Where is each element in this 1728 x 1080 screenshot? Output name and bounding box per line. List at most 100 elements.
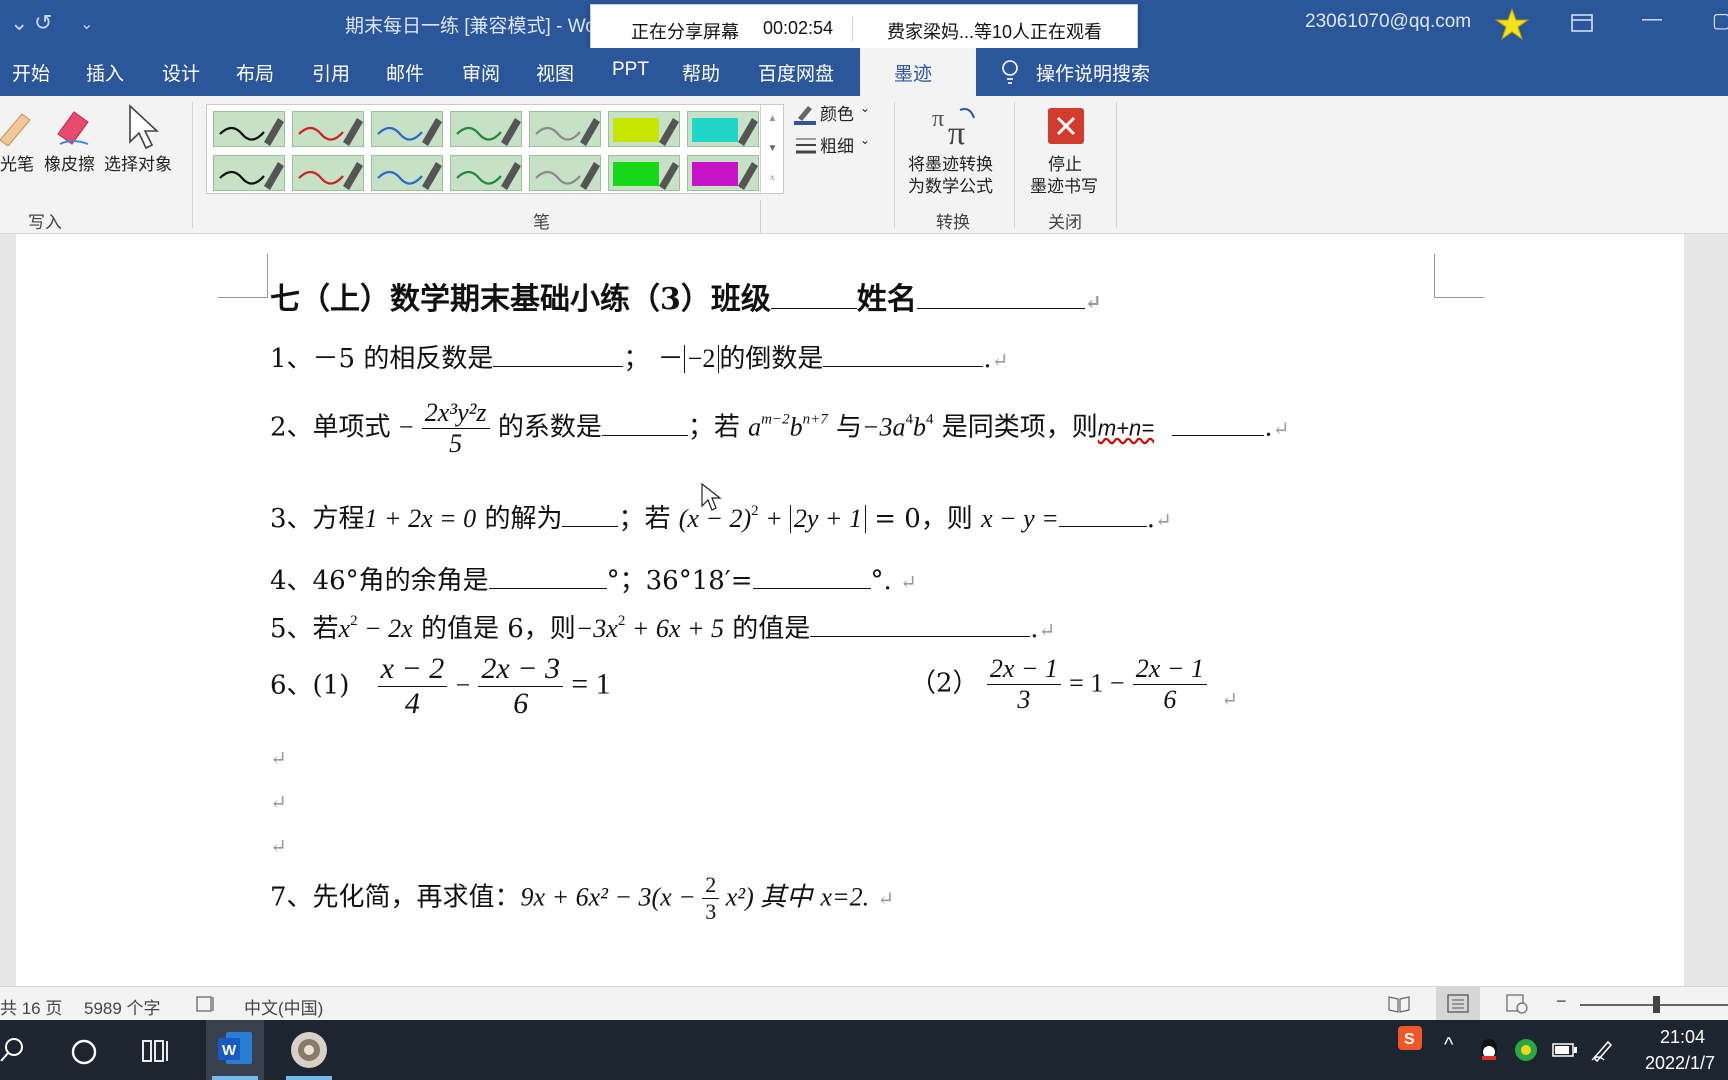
tab-ppt[interactable]: PPT <box>612 59 649 81</box>
tab-ink[interactable]: 墨迹 <box>860 48 976 96</box>
pen-swatch[interactable] <box>213 111 285 147</box>
account-email[interactable]: 23061070@qq.com <box>1305 11 1471 33</box>
tab-design[interactable]: 设计 <box>162 59 200 86</box>
pen-swatch[interactable] <box>450 155 522 191</box>
word-count[interactable]: 5989 个字 <box>84 994 161 1019</box>
q1-sep: ； <box>623 344 650 374</box>
ink-thickness-button[interactable]: 粗细 <box>820 132 854 157</box>
tab-mailings[interactable]: 邮件 <box>386 59 424 86</box>
eraser-button[interactable]: 橡皮擦 <box>44 154 95 176</box>
q2-expr-a-exp: m−2 <box>761 411 790 428</box>
clock-date[interactable]: 2022/1/7 <box>1645 1053 1715 1074</box>
page-count[interactable]: 共 16 页 <box>0 994 62 1019</box>
q3-blank-2[interactable] <box>1058 503 1147 527</box>
tell-me-search[interactable]: 操作说明搜索 <box>1036 59 1150 86</box>
tab-layout[interactable]: 布局 <box>236 59 274 86</box>
pen-swatch[interactable] <box>292 111 364 147</box>
q1-blank-1[interactable] <box>493 343 624 367</box>
q5-text-2: 的值是 <box>732 614 811 644</box>
q6-part2-label: （2） <box>910 668 979 699</box>
star-icon[interactable] <box>1494 6 1530 42</box>
tab-baidu-netdisk[interactable]: 百度网盘 <box>758 59 834 86</box>
pen-swatch[interactable] <box>371 111 443 147</box>
task-view-icon[interactable] <box>142 1038 170 1064</box>
customize-quick-access-icon[interactable]: ⌄ <box>80 14 93 34</box>
minimize-icon[interactable]: — <box>1642 8 1662 31</box>
pen-swatch[interactable] <box>529 111 601 147</box>
heading-text: 七（上）数学期末基础小练（3）班级 <box>270 282 771 317</box>
battery-icon[interactable] <box>1552 1042 1578 1058</box>
pen-ink-icon[interactable] <box>1590 1038 1614 1062</box>
q5-expr1: x <box>338 614 351 643</box>
svg-text:π: π <box>948 115 965 148</box>
gallery-down-icon[interactable]: ▼ <box>761 134 784 164</box>
taskbar-word-app[interactable]: W <box>206 1020 264 1080</box>
tab-references[interactable]: 引用 <box>312 59 350 86</box>
q2-neg: − <box>398 412 414 442</box>
tray-chevron-up-icon[interactable]: ^ <box>1444 1034 1453 1057</box>
sogou-ime-icon[interactable]: S <box>1398 1026 1422 1050</box>
search-icon[interactable] <box>0 1036 26 1064</box>
divider <box>1116 102 1117 228</box>
tab-review[interactable]: 审阅 <box>462 59 500 86</box>
pen-swatch[interactable] <box>450 111 522 147</box>
pen-swatch[interactable] <box>529 155 601 191</box>
svg-text:S: S <box>1404 1031 1415 1048</box>
web-layout-icon[interactable] <box>1506 994 1528 1014</box>
q2-blank-2[interactable] <box>1172 412 1265 436</box>
ink-color-button[interactable]: 颜色 <box>820 100 854 125</box>
class-blank[interactable] <box>770 285 857 309</box>
pen-swatch[interactable] <box>213 155 285 191</box>
q7-expr: 9x + 6x² − 3(x − <box>520 882 703 912</box>
qq-icon[interactable] <box>1478 1038 1500 1062</box>
pen-swatch[interactable] <box>292 155 364 191</box>
q5-blank[interactable] <box>810 613 1031 637</box>
pen-swatch[interactable] <box>608 111 680 147</box>
q4-blank-1[interactable] <box>488 565 607 589</box>
cortana-icon[interactable] <box>70 1038 98 1066</box>
ink-to-math-button-line2[interactable]: 为数学公式 <box>908 176 993 198</box>
q6-f4-num: 2x − 1 <box>1132 654 1207 685</box>
document-workspace[interactable]: 七（上）数学期末基础小练（3）班级 姓名 ↵ 1、－5 的相反数是； － −2 的倒数是… <box>0 234 1728 986</box>
q2-text-3: 与 <box>835 412 862 443</box>
name-blank[interactable] <box>916 285 1085 309</box>
proofing-icon[interactable] <box>196 995 218 1013</box>
tab-help[interactable]: 帮助 <box>682 59 720 86</box>
zoom-slider-thumb[interactable] <box>1653 996 1660 1013</box>
zoom-out-icon[interactable]: − <box>1556 991 1567 1012</box>
gallery-up-icon[interactable]: ▲ <box>761 104 784 134</box>
read-mode-icon[interactable] <box>1388 994 1410 1014</box>
clock-time[interactable]: 21:04 <box>1660 1027 1705 1048</box>
pen-swatch[interactable] <box>687 155 759 191</box>
gallery-more-icon[interactable]: ⩡ <box>761 164 784 194</box>
q2-blank-1[interactable] <box>601 412 688 436</box>
q1-blank-2[interactable] <box>823 343 984 367</box>
q6-fraction-1: x − 24 <box>377 652 448 721</box>
tab-insert[interactable]: 插入 <box>86 59 124 86</box>
pen-swatch[interactable] <box>687 111 759 147</box>
language[interactable]: 中文(中国) <box>244 994 323 1019</box>
maximize-icon[interactable]: ▢ <box>1712 8 1728 33</box>
tab-view[interactable]: 视图 <box>536 59 574 86</box>
q1-text-2: 的倒数是 <box>719 344 824 374</box>
security-app-icon[interactable] <box>1514 1038 1538 1062</box>
taskbar-meeting-app[interactable] <box>280 1020 338 1080</box>
ribbon-display-options-icon[interactable] <box>1570 12 1594 34</box>
stop-inking-button-line1[interactable]: 停止 <box>1048 154 1082 176</box>
q1-minus: － <box>657 344 684 373</box>
save-icon[interactable]: ⌄ <box>10 10 28 36</box>
highlighter-button[interactable]: 光笔 <box>0 154 34 176</box>
pen-swatch[interactable] <box>608 155 680 191</box>
q4-blank-2[interactable] <box>752 565 871 589</box>
print-layout-button[interactable] <box>1436 987 1480 1021</box>
ink-to-math-button-line1[interactable]: 将墨迹转换 <box>908 154 993 176</box>
pen-swatch[interactable] <box>371 155 443 191</box>
sharing-viewers[interactable]: 费家梁妈...等10人正在观看 <box>887 18 1102 44</box>
paragraph-mark: ↵ <box>1221 686 1238 711</box>
select-objects-button[interactable]: 选择对象 <box>104 154 172 176</box>
q3-blank-1[interactable] <box>562 503 619 527</box>
tab-home[interactable]: 开始 <box>12 59 50 86</box>
worksheet-heading: 七（上）数学期末基础小练（3）班级 姓名 ↵ <box>270 274 1102 318</box>
redo-icon[interactable]: ↺ <box>34 10 52 36</box>
stop-inking-button-line2[interactable]: 墨迹书写 <box>1030 176 1098 198</box>
